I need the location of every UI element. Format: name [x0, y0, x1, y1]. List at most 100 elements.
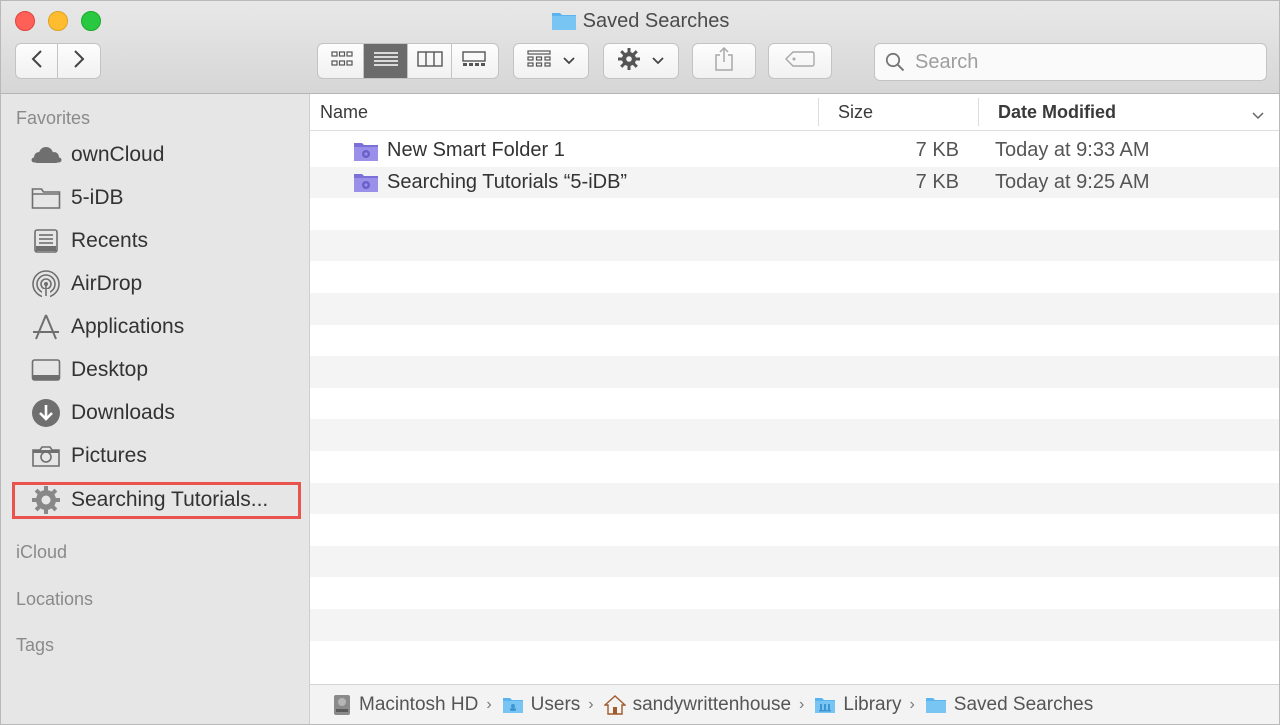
path-crumb-label: Saved Searches [953, 693, 1094, 715]
column-view-icon [416, 50, 443, 72]
hard-drive-icon [332, 694, 352, 716]
smart-folder-icon [353, 171, 379, 193]
home-icon [603, 694, 626, 715]
sidebar-item-label: ownCloud [71, 143, 165, 166]
empty-row [310, 514, 1279, 546]
folder-icon [29, 181, 63, 215]
empty-row [310, 198, 1279, 230]
chevron-left-icon [30, 49, 44, 74]
window-title: Saved Searches [1, 7, 1279, 39]
chevron-down-icon [563, 52, 575, 70]
file-name: Searching Tutorials “5-iDB” [387, 170, 628, 193]
sidebar: Favorites ownCloud 5-iDB Recents AirDrop [1, 94, 310, 724]
chevron-right-icon [72, 49, 86, 74]
sidebar-section-locations[interactable]: Locations [16, 589, 93, 610]
empty-row [310, 325, 1279, 357]
empty-row [310, 545, 1279, 578]
file-list: Name Size Date Modified New Smart Folder… [310, 94, 1279, 684]
path-crumb-macintosh-hd[interactable]: Macintosh HD › [332, 694, 502, 716]
folder-icon [925, 696, 947, 714]
sidebar-item-label: Downloads [71, 401, 175, 424]
path-crumb-users[interactable]: Users › [502, 694, 604, 716]
file-name-cell: Searching Tutorials “5-iDB” [353, 167, 627, 199]
sidebar-section-icloud[interactable]: iCloud [16, 542, 67, 563]
edit-tags-button[interactable] [768, 43, 832, 79]
search-icon [885, 52, 905, 72]
view-mode-control [317, 43, 499, 79]
column-view-button[interactable] [408, 44, 452, 78]
sidebar-item-applications[interactable]: Applications [29, 310, 184, 344]
empty-row [310, 482, 1279, 515]
sort-chevron-down-icon[interactable] [1252, 96, 1264, 132]
column-header-size[interactable]: Size [838, 94, 873, 130]
path-crumb-label: Library [843, 693, 902, 715]
empty-row [310, 577, 1279, 609]
path-crumb-home[interactable]: sandywrittenhouse › [603, 693, 815, 716]
back-forward-control [15, 43, 101, 79]
file-size: 7 KB [915, 139, 959, 161]
table-row[interactable]: New Smart Folder 1 7 KB Today at 9:33 AM [310, 135, 1279, 167]
empty-row [310, 388, 1279, 420]
table-row[interactable]: Searching Tutorials “5-iDB” 7 KB Today a… [310, 166, 1279, 199]
back-button[interactable] [16, 44, 59, 78]
column-header-date-modified[interactable]: Date Modified [998, 94, 1116, 130]
sidebar-item-label: AirDrop [71, 272, 143, 295]
sidebar-item-desktop[interactable]: Desktop [29, 353, 148, 387]
empty-row [310, 261, 1279, 293]
smart-folder-icon [353, 140, 379, 162]
sidebar-item-pictures[interactable]: Pictures [29, 439, 147, 473]
camera-icon [29, 439, 63, 473]
chevron-down-icon [652, 52, 664, 70]
column-divider[interactable] [818, 98, 819, 126]
empty-row [310, 419, 1279, 451]
recents-icon [29, 224, 63, 258]
sidebar-item-downloads[interactable]: Downloads [29, 396, 175, 430]
applications-icon [29, 310, 63, 344]
column-divider[interactable] [978, 98, 979, 126]
share-button[interactable] [692, 43, 756, 79]
action-menu-button[interactable] [603, 43, 679, 79]
empty-row [310, 356, 1279, 388]
gallery-view-icon [462, 50, 486, 72]
icon-view-button[interactable] [320, 44, 364, 78]
airdrop-icon [29, 267, 63, 301]
library-folder-icon [814, 696, 836, 714]
folder-icon [502, 696, 524, 714]
sidebar-section-favorites: Favorites [16, 108, 91, 128]
path-separator-chevron-icon: › [588, 695, 594, 713]
sidebar-item-owncloud[interactable]: ownCloud [29, 138, 164, 172]
sidebar-item-recents[interactable]: Recents [29, 224, 148, 258]
column-header-name[interactable]: Name [320, 94, 368, 130]
path-crumb-library[interactable]: Library › [814, 694, 924, 716]
icon-view-icon [330, 50, 353, 72]
group-by-icon [527, 49, 551, 73]
path-crumb-label: Users [530, 693, 581, 715]
sidebar-item-5-idb[interactable]: 5-iDB [29, 181, 124, 215]
folder-icon [551, 9, 577, 39]
path-separator-chevron-icon: › [909, 695, 915, 713]
path-separator-chevron-icon: › [486, 695, 492, 713]
finder-window: Saved Searches Search Favorites ownCloud… [0, 0, 1280, 725]
sidebar-item-airdrop[interactable]: AirDrop [29, 267, 142, 301]
sidebar-section-tags[interactable]: Tags [16, 635, 54, 656]
list-view-button[interactable] [364, 44, 408, 78]
window-title-text: Saved Searches [582, 10, 730, 32]
sidebar-item-label: Applications [71, 315, 185, 338]
search-field [874, 43, 1267, 81]
empty-row [310, 451, 1279, 483]
cloud-icon [29, 138, 63, 172]
gallery-view-button[interactable] [452, 44, 496, 78]
forward-button[interactable] [58, 44, 100, 78]
path-separator-chevron-icon: › [799, 695, 805, 713]
group-by-button[interactable] [513, 43, 589, 79]
file-name: New Smart Folder 1 [387, 139, 565, 161]
path-crumb-label: sandywrittenhouse [632, 693, 792, 715]
path-crumb-saved-searches[interactable]: Saved Searches [925, 694, 1093, 716]
downloads-icon [29, 396, 63, 430]
sidebar-item-label: 5-iDB [71, 186, 124, 209]
empty-row [310, 641, 1279, 673]
file-date: Today at 9:25 AM [995, 170, 1150, 193]
tag-icon [785, 50, 815, 72]
gear-icon [618, 47, 640, 75]
search-input[interactable] [913, 43, 1266, 81]
